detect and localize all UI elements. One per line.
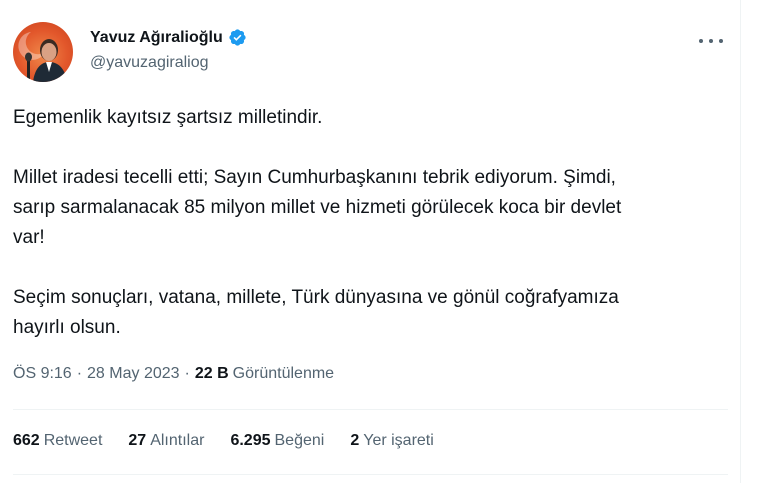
avatar[interactable]: [13, 22, 73, 82]
tweet-paragraph: Egemenlik kayıtsız şartsız milletindir.: [13, 107, 323, 128]
stat-count: 662: [13, 432, 40, 449]
stat-count: 27: [128, 432, 147, 449]
more-dot: [709, 39, 713, 43]
views-count: 22 B: [194, 365, 229, 382]
tweet-text: Egemenlik kayıtsız şartsız milletindir. …: [13, 103, 713, 343]
avatar-portrait-icon: [18, 32, 67, 82]
tweet-paragraph: Seçim sonuçları, vatana, millete, Türk d…: [13, 287, 619, 338]
column-border: [740, 0, 741, 483]
verified-badge-icon: [228, 28, 247, 47]
meta-separator: ·: [184, 365, 190, 382]
stat-retweets[interactable]: 662 Retweet: [13, 432, 102, 450]
stat-count: 6.295: [230, 432, 271, 449]
tweet-header: Yavuz Ağıralioğlu @yavuzagiraliog: [13, 22, 723, 84]
tweet-paragraph: Millet iradesi tecelli etti; Sayın Cumhu…: [13, 167, 622, 248]
author-name-row[interactable]: Yavuz Ağıralioğlu: [90, 28, 247, 47]
more-dot: [719, 39, 723, 43]
more-dot: [699, 39, 703, 43]
tweet-time[interactable]: ÖS 9:16: [13, 365, 72, 383]
stat-count: 2: [350, 432, 360, 449]
divider: [13, 474, 728, 475]
tweet-date[interactable]: 28 May 2023: [87, 365, 180, 383]
stat-bookmarks[interactable]: 2 Yer işareti: [350, 432, 433, 450]
stat-likes[interactable]: 6.295 Beğeni: [230, 432, 324, 450]
tweet-meta: ÖS 9:16 · 28 May 2023 · 22 B Görüntülenm…: [13, 365, 334, 383]
meta-separator: ·: [76, 365, 83, 382]
stat-label: Yer işareti: [363, 432, 434, 449]
author-handle[interactable]: @yavuzagiraliog: [90, 54, 209, 72]
stat-label: Retweet: [43, 432, 103, 449]
stat-quotes[interactable]: 27 Alıntılar: [128, 432, 204, 450]
stat-label: Alıntılar: [150, 432, 205, 449]
more-horizontal-icon[interactable]: [699, 34, 723, 48]
stat-label: Beğeni: [274, 432, 325, 449]
author-display-name[interactable]: Yavuz Ağıralioğlu: [90, 29, 223, 47]
views-label: Görüntülenme: [232, 365, 335, 382]
divider: [13, 409, 728, 410]
engagement-stats: 662 Retweet 27 Alıntılar 6.295 Beğeni 2 …: [13, 432, 460, 450]
